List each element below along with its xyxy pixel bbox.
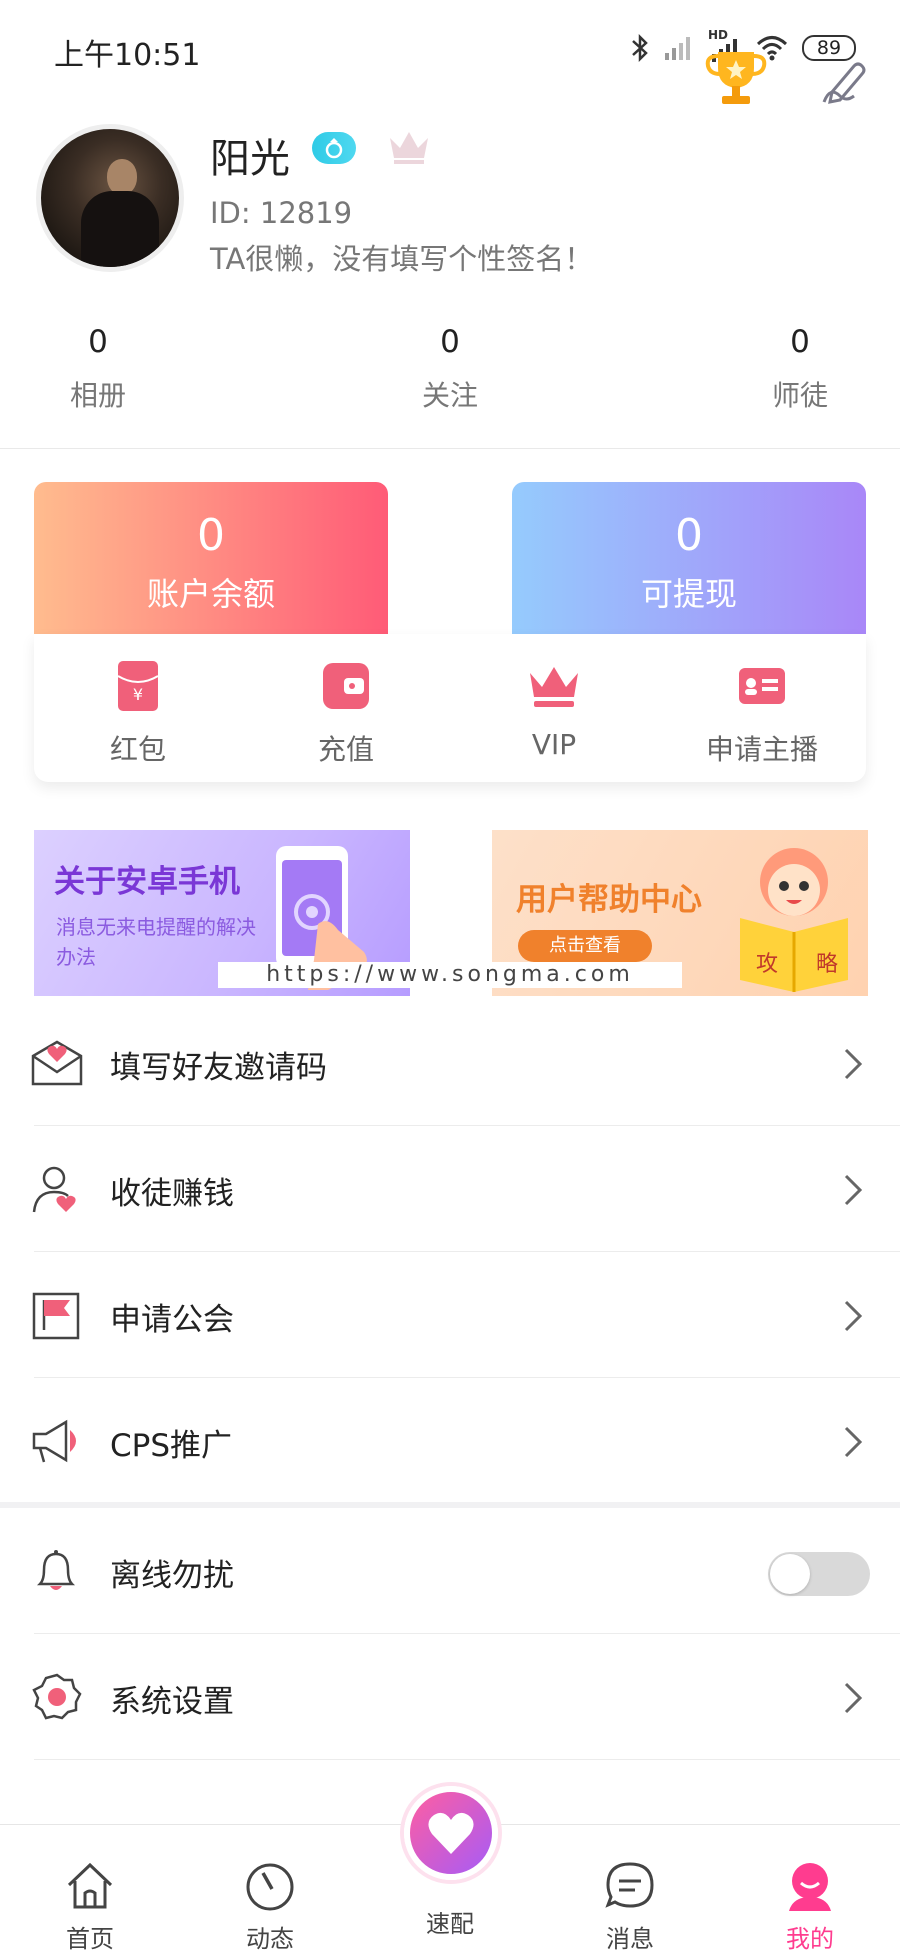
stat-mentorship[interactable]: 0 师徒 — [720, 324, 880, 414]
vip-crown-badge-icon — [390, 132, 428, 164]
red-envelope-icon: ¥ — [117, 661, 159, 711]
tab-home-label: 首页 — [66, 1925, 114, 1953]
action-vip[interactable]: VIP — [450, 660, 658, 761]
action-recharge-label: 充值 — [317, 733, 374, 766]
id-card-icon — [739, 668, 785, 704]
message-icon — [605, 1862, 654, 1908]
stat-mentorship-label: 师徒 — [771, 379, 828, 412]
withdraw-label: 可提现 — [640, 575, 737, 613]
section-divider — [0, 448, 900, 449]
tab-messages-label: 消息 — [606, 1925, 654, 1953]
signature: TA很懒，没有填写个性签名！ — [210, 242, 594, 276]
megaphone-icon — [32, 1419, 76, 1463]
stat-mentorship-value: 0 — [790, 324, 810, 360]
action-red-envelope-label: 红包 — [109, 733, 166, 766]
withdraw-value: 0 — [675, 510, 703, 561]
crown-icon — [530, 667, 578, 707]
status-time: 上午10:51 — [54, 38, 201, 73]
stat-following-label: 关注 — [421, 379, 478, 412]
balance-card[interactable]: 0 账户余额 — [34, 482, 388, 636]
do-not-disturb-toggle[interactable] — [768, 1552, 870, 1596]
setting-system-label: 系统设置 — [110, 1684, 234, 1720]
action-recharge[interactable]: 充值 — [242, 660, 450, 768]
chevron-right-icon — [844, 1682, 863, 1714]
chevron-right-icon — [844, 1426, 863, 1458]
home-icon — [67, 1862, 113, 1909]
tab-dynamic[interactable]: 动态 — [210, 1855, 330, 1954]
tab-messages[interactable]: 消息 — [570, 1855, 690, 1954]
menu-cps-promotion[interactable]: CPS推广 — [0, 1378, 900, 1504]
bluetooth-icon — [632, 33, 648, 63]
withdraw-card[interactable]: 0 可提现 — [512, 482, 866, 636]
book-text-lue: 略 — [816, 952, 839, 977]
avatar-body — [81, 191, 159, 267]
balance-label: 账户余额 — [146, 575, 275, 613]
menu-recruit-apprentice[interactable]: 收徒赚钱 — [0, 1126, 900, 1252]
action-apply-anchor[interactable]: 申请主播 — [658, 660, 866, 768]
edit-icon[interactable] — [820, 56, 872, 104]
menu-invite-code[interactable]: 填写好友邀请码 — [0, 1000, 900, 1126]
ring-badge — [312, 132, 356, 164]
action-red-envelope[interactable]: ¥ 红包 — [34, 660, 242, 768]
action-apply-anchor-label: 申请主播 — [705, 733, 818, 766]
dynamic-icon — [246, 1863, 294, 1911]
menu-invite-code-label: 填写好友邀请码 — [110, 1050, 327, 1086]
invite-envelope-icon — [31, 1040, 83, 1086]
balance-value: 0 — [197, 510, 225, 561]
stat-album[interactable]: 0 相册 — [18, 324, 178, 414]
menu-recruit-apprentice-label: 收徒赚钱 — [110, 1176, 234, 1212]
nickname: 阳光 — [210, 136, 290, 182]
action-vip-label: VIP — [531, 728, 577, 761]
ring-icon — [325, 138, 343, 159]
profile-icon — [789, 1863, 831, 1911]
user-id: ID: 12819 — [210, 196, 353, 230]
banner-help-button[interactable]: 点击查看 — [518, 930, 652, 962]
stat-following[interactable]: 0 关注 — [370, 324, 530, 414]
setting-do-not-disturb: 离线勿扰 — [0, 1508, 900, 1634]
stat-following-value: 0 — [440, 324, 460, 360]
flag-icon — [32, 1292, 80, 1340]
menu-apply-guild[interactable]: 申请公会 — [0, 1252, 900, 1378]
stat-album-value: 0 — [88, 324, 108, 360]
heart-icon — [428, 1812, 474, 1854]
tab-home[interactable]: 首页 — [30, 1855, 150, 1954]
row-divider — [34, 1759, 900, 1760]
menu-cps-promotion-label: CPS推广 — [110, 1428, 233, 1464]
toggle-knob — [770, 1554, 810, 1594]
trophy-icon[interactable] — [704, 46, 768, 106]
bell-icon — [36, 1550, 76, 1590]
tab-mine[interactable]: 我的 — [750, 1855, 870, 1954]
guide-character-illustration — [740, 848, 848, 992]
banner-help-title: 用户帮助中心 — [516, 882, 702, 918]
chevron-right-icon — [844, 1174, 863, 1206]
book-text-gong: 攻 — [756, 952, 779, 977]
tab-mine-label: 我的 — [786, 1925, 834, 1953]
menu-apply-guild-label: 申请公会 — [110, 1302, 234, 1338]
tab-dynamic-label: 动态 — [246, 1925, 294, 1953]
avatar[interactable] — [36, 124, 184, 272]
wallet-icon — [323, 663, 369, 709]
chevron-right-icon — [844, 1300, 863, 1332]
quick-actions: ¥ 红包 充值 VIP 申请主播 — [34, 634, 866, 782]
speed-match-button[interactable] — [404, 1786, 498, 1880]
signal-icon — [665, 37, 690, 60]
watermark: https://www.songma.com — [218, 962, 682, 988]
chevron-right-icon — [844, 1048, 863, 1080]
setting-do-not-disturb-label: 离线勿扰 — [110, 1558, 234, 1594]
tab-speed-match-label[interactable]: 速配 — [390, 1904, 510, 1939]
setting-system[interactable]: 系统设置 — [0, 1634, 900, 1760]
gear-icon — [32, 1673, 82, 1720]
stat-album-label: 相册 — [69, 379, 126, 412]
apprentice-user-icon — [32, 1166, 76, 1213]
banner-android-title: 关于安卓手机 — [54, 864, 240, 900]
avatar-head — [107, 159, 137, 195]
svg-text:¥: ¥ — [133, 685, 143, 704]
